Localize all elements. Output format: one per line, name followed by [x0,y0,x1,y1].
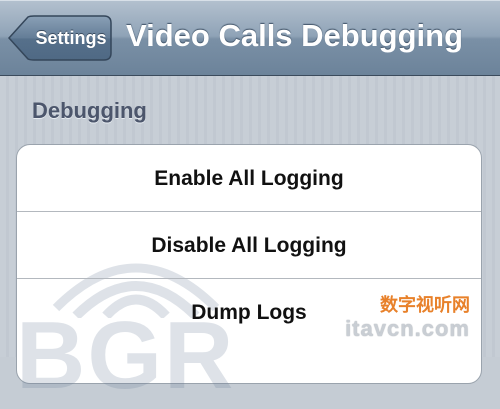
back-button-label: Settings [35,28,107,48]
navigation-bar: Settings Video Calls Debugging [0,0,500,76]
site-watermark-en: itavcn.com [345,316,470,341]
settings-content: Debugging Enable All Logging Disable All… [0,76,500,404]
site-watermark-cn: 数字视听网 [380,295,470,316]
back-button[interactable]: Settings [8,15,112,61]
enable-all-logging-button[interactable]: Enable All Logging [17,145,481,212]
disable-all-logging-button[interactable]: Disable All Logging [17,212,481,279]
page-title: Video Calls Debugging [126,18,464,53]
site-watermark: 数字视听网 itavcn.com [345,295,470,341]
section-header: Debugging [32,98,147,123]
